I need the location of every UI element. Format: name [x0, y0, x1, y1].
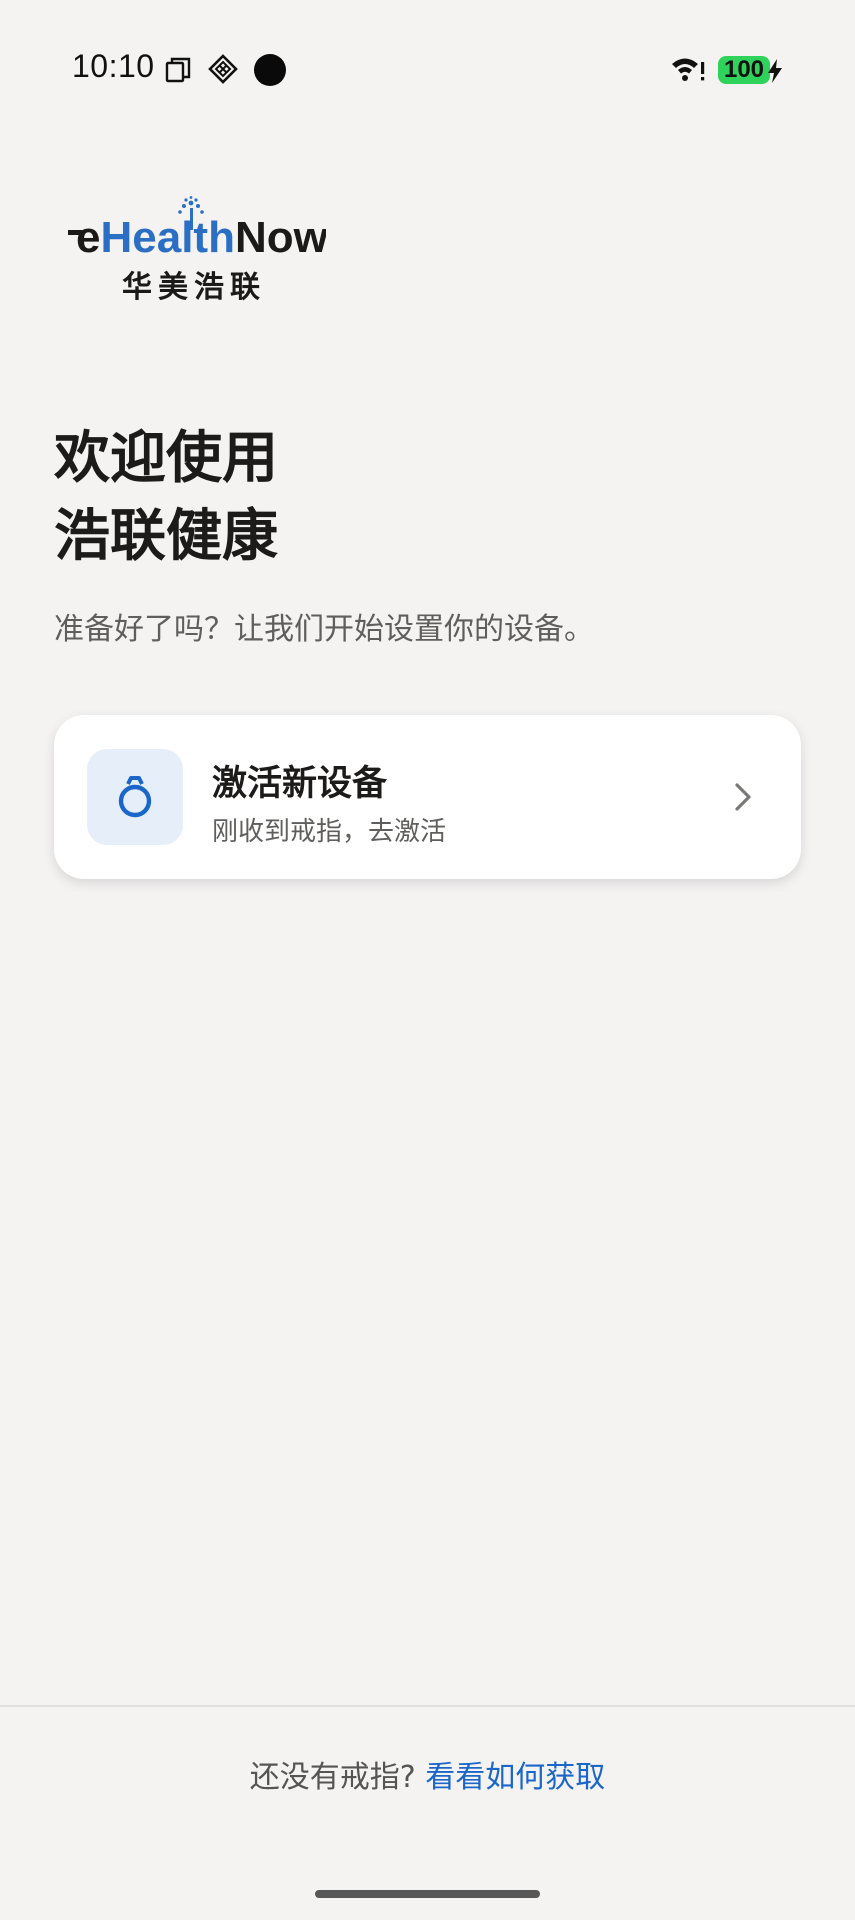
- activate-device-card[interactable]: 激活新设备 刚收到戒指，去激活: [54, 715, 801, 879]
- activate-card-description: 刚收到戒指，去激活: [212, 817, 447, 847]
- dot-icon: [254, 54, 286, 86]
- brand-logo: eHealthNow 华美浩联: [66, 196, 326, 306]
- logo-chinese-name: 华美浩联: [122, 270, 266, 305]
- footer-question: 还没有戒指?: [249, 1760, 416, 1795]
- ehealthnow-logo-icon: eHealthNow: [68, 196, 326, 260]
- diamond-grid-icon: [208, 54, 238, 84]
- logo-text-health: Health: [100, 213, 234, 260]
- how-to-get-link[interactable]: 看看如何获取: [425, 1760, 605, 1795]
- ring-icon-container: [87, 749, 183, 845]
- welcome-subtitle: 准备好了吗？让我们开始设置你的设备。: [54, 612, 594, 647]
- welcome-screen: 10:10 100 eHealthNow 华美浩联 欢迎使用 浩联健康 准备好了…: [0, 0, 855, 1920]
- ring-icon: [118, 776, 152, 818]
- status-time: 10:10: [72, 48, 155, 84]
- chevron-right-icon: [735, 783, 751, 811]
- svg-text:eHealthNow: eHealthNow: [76, 213, 326, 260]
- battery-icon: 100: [718, 56, 770, 84]
- copy-icon: [165, 57, 191, 83]
- footer-divider: [0, 1705, 855, 1707]
- welcome-title: 欢迎使用 浩联健康: [54, 426, 278, 569]
- activate-card-title: 激活新设备: [212, 764, 388, 804]
- logo-text-e: e: [76, 213, 100, 260]
- logo-text-now: Now: [235, 213, 326, 260]
- footer-prompt: 还没有戒指? 看看如何获取: [0, 1752, 855, 1796]
- status-bar: 10:10 100: [0, 0, 855, 140]
- charging-bolt-icon: [768, 59, 782, 83]
- home-indicator[interactable]: [315, 1890, 540, 1898]
- wifi-alert-icon: [672, 58, 705, 81]
